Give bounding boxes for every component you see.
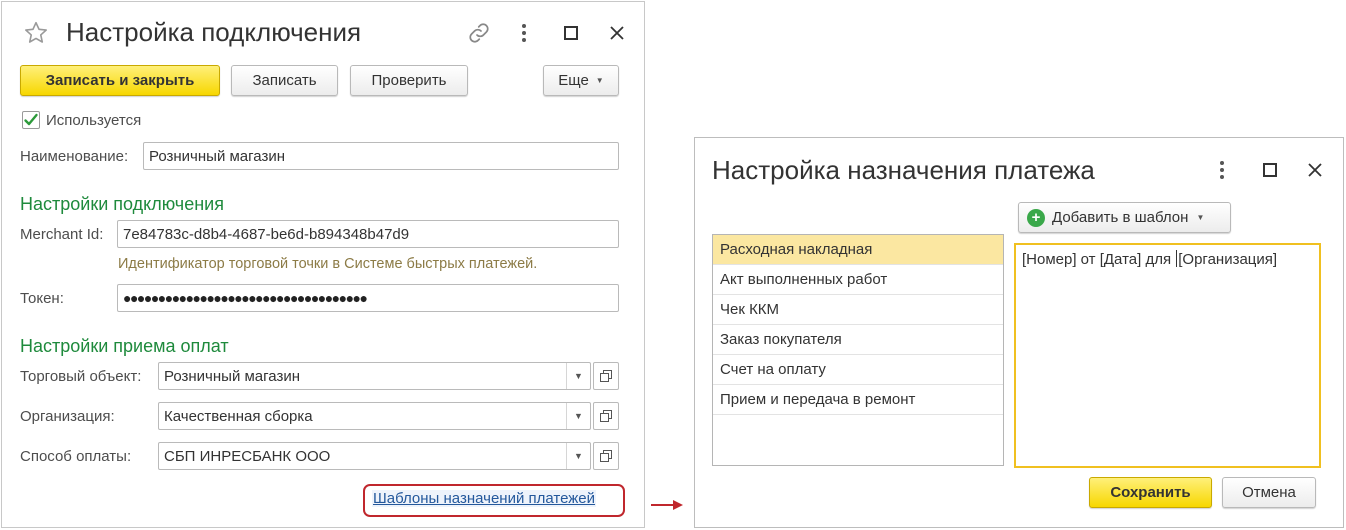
- connection-section-title: Настройки подключения: [20, 194, 224, 214]
- template-text-before-caret: [Номер] от [Дата] для: [1022, 251, 1176, 268]
- template-text-after-caret: [Организация]: [1178, 251, 1278, 268]
- payments-section-title: Настройки приема оплат: [20, 336, 229, 356]
- trade-object-select[interactable]: Розничный магазин ▼: [158, 362, 591, 390]
- used-checkbox[interactable]: [22, 111, 40, 129]
- payment-method-label: Способ оплаты:: [20, 448, 132, 465]
- save-dialog-button[interactable]: Сохранить: [1089, 477, 1212, 508]
- merchant-id-label: Merchant Id:: [20, 226, 104, 243]
- payment-method-select[interactable]: СБП ИНРЕСБАНК ООО ▼: [158, 442, 591, 470]
- chevron-down-icon[interactable]: ▼: [566, 443, 590, 469]
- connection-settings-window: Настройка подключения Записать и закрыть…: [1, 1, 645, 528]
- merchant-id-value: 7e84783c-d8b4-4687-be6d-b894348b47d9: [123, 225, 410, 243]
- dialog-title: Настройка назначения платежа: [712, 155, 1095, 185]
- template-textarea[interactable]: [Номер] от [Дата] для [Организация]: [1014, 243, 1321, 468]
- document-types-list[interactable]: Расходная накладная Акт выполненных рабо…: [712, 234, 1004, 466]
- chevron-down-icon[interactable]: ▼: [566, 403, 590, 429]
- trade-object-value: Розничный магазин: [164, 367, 300, 385]
- list-item[interactable]: Расходная накладная: [713, 235, 1003, 265]
- save-button[interactable]: Записать: [231, 65, 338, 96]
- maximize-icon[interactable]: [558, 18, 584, 48]
- open-in-window-icon: [600, 370, 612, 382]
- name-label: Наименование:: [20, 148, 129, 165]
- token-input[interactable]: ●●●●●●●●●●●●●●●●●●●●●●●●●●●●●●●●●●●: [117, 284, 619, 312]
- token-label: Токен:: [20, 290, 64, 307]
- more-button[interactable]: Еще ▼: [543, 65, 619, 96]
- used-label: Используется: [46, 112, 142, 129]
- open-organization-button[interactable]: [593, 402, 619, 430]
- organization-label: Организация:: [20, 408, 115, 425]
- organization-value: Качественная сборка: [164, 407, 313, 425]
- organization-select[interactable]: Качественная сборка ▼: [158, 402, 591, 430]
- token-value: ●●●●●●●●●●●●●●●●●●●●●●●●●●●●●●●●●●●: [123, 290, 368, 306]
- open-in-window-icon: [600, 410, 612, 422]
- list-item[interactable]: Чек ККМ: [713, 295, 1003, 325]
- list-item[interactable]: Счет на оплату: [713, 355, 1003, 385]
- kebab-menu-icon[interactable]: [1212, 155, 1232, 185]
- list-item[interactable]: Прием и передача в ремонт: [713, 385, 1003, 415]
- open-payment-method-button[interactable]: [593, 442, 619, 470]
- name-input[interactable]: Розничный магазин: [143, 142, 619, 170]
- open-in-window-icon: [600, 450, 612, 462]
- merchant-id-input[interactable]: 7e84783c-d8b4-4687-be6d-b894348b47d9: [117, 220, 619, 248]
- payment-purpose-dialog: Настройка назначения платежа + Добавить …: [694, 137, 1344, 528]
- link-icon[interactable]: [464, 18, 494, 48]
- chevron-down-icon: ▼: [595, 76, 604, 85]
- payment-templates-link[interactable]: Шаблоны назначений платежей: [372, 490, 597, 507]
- star-icon[interactable]: [22, 18, 50, 48]
- checkmark-icon: [24, 113, 38, 126]
- add-to-template-label: Добавить в шаблон: [1052, 209, 1189, 226]
- list-item[interactable]: Заказ покупателя: [713, 325, 1003, 355]
- window-title: Настройка подключения: [66, 17, 362, 47]
- close-icon[interactable]: [604, 18, 630, 48]
- close-icon[interactable]: [1302, 155, 1328, 185]
- more-button-label: Еще: [558, 72, 589, 89]
- payment-method-value: СБП ИНРЕСБАНК ООО: [164, 447, 331, 465]
- list-item[interactable]: Акт выполненных работ: [713, 265, 1003, 295]
- cancel-button[interactable]: Отмена: [1222, 477, 1316, 508]
- save-and-close-button[interactable]: Записать и закрыть: [20, 65, 220, 96]
- name-value: Розничный магазин: [149, 147, 285, 165]
- arrow-right-icon: [651, 500, 683, 510]
- trade-object-label: Торговый объект:: [20, 368, 142, 385]
- chevron-down-icon[interactable]: ▼: [566, 363, 590, 389]
- merchant-id-hint: Идентификатор торговой точки в Системе б…: [118, 256, 538, 272]
- kebab-menu-icon[interactable]: [514, 18, 534, 48]
- plus-circle-icon: +: [1027, 208, 1045, 227]
- check-button[interactable]: Проверить: [350, 65, 468, 96]
- add-to-template-button[interactable]: + Добавить в шаблон ▼: [1018, 202, 1231, 233]
- open-trade-object-button[interactable]: [593, 362, 619, 390]
- maximize-icon[interactable]: [1257, 155, 1283, 185]
- chevron-down-icon: ▼: [1196, 213, 1205, 222]
